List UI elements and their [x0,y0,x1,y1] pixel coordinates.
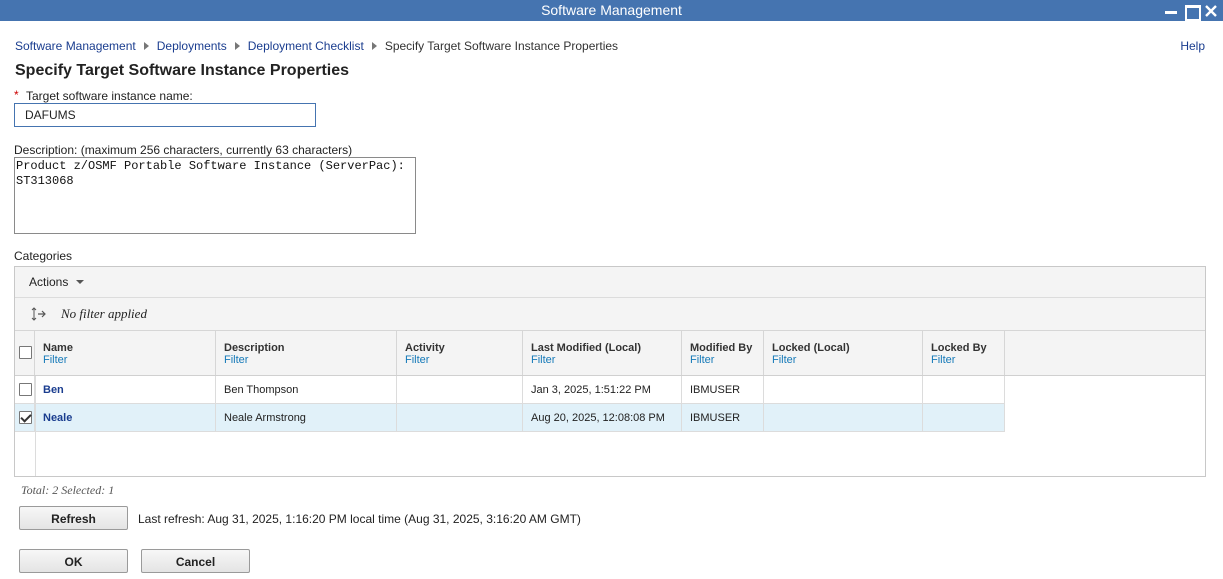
page-title: Specify Target Software Instance Propert… [15,62,350,79]
ok-button[interactable]: OK [19,549,128,573]
filter-status: No filter applied [61,306,147,321]
column-header-locked-by[interactable]: Locked By Filter [923,331,1005,375]
last-refresh-text: Last refresh: Aug 31, 2025, 1:16:20 PM l… [138,512,581,526]
table-row[interactable]: Ben Ben Thompson Jan 3, 2025, 1:51:22 PM… [15,376,1005,404]
filter-link[interactable]: Filter [690,354,714,366]
row-checkbox[interactable] [19,411,32,424]
window-controls [1163,0,1219,21]
row-select-cell [15,376,35,403]
category-name-link[interactable]: Neale [43,412,72,424]
cell-name: Neale [35,404,216,431]
minimize-icon[interactable] [1163,3,1179,19]
cell-name: Ben [35,376,216,403]
cell-locked-by [923,404,1005,431]
cell-description: Neale Armstrong [216,404,397,431]
cell-modified-by: IBMUSER [682,376,764,403]
description-textarea[interactable]: Product z/OSMF Portable Software Instanc… [14,157,416,234]
category-name-link[interactable]: Ben [43,384,64,396]
breadcrumb: Software Management Deployments Deployme… [15,39,618,53]
chevron-right-icon [371,42,377,50]
filter-link[interactable]: Filter [43,354,67,366]
cell-description: Ben Thompson [216,376,397,403]
refresh-button[interactable]: Refresh [19,506,128,530]
divider [35,376,36,476]
row-checkbox[interactable] [19,383,32,396]
breadcrumb-current: Specify Target Software Instance Propert… [384,39,619,53]
table-header: Name Filter Description Filter Activity … [15,331,1205,376]
column-header-modified-by[interactable]: Modified By Filter [682,331,764,375]
window-title: Software Management [541,2,682,18]
categories-label: Categories [14,249,73,263]
column-header-name[interactable]: Name Filter [35,331,216,375]
chevron-right-icon [234,42,240,50]
cell-last-modified: Aug 20, 2025, 12:08:08 PM [523,404,682,431]
required-marker: * [14,88,19,102]
categories-table: Actions No filter applied Name Filter De… [14,266,1206,477]
help-link[interactable]: Help [1180,39,1205,53]
actions-label: Actions [29,275,69,289]
filter-link[interactable]: Filter [772,354,796,366]
maximize-icon[interactable] [1183,3,1201,21]
cell-activity [397,404,523,431]
filter-link[interactable]: Filter [405,354,429,366]
instance-name-label: Target software instance name: [26,89,193,103]
breadcrumb-deployment-checklist[interactable]: Deployment Checklist [248,39,364,53]
cell-modified-by: IBMUSER [682,404,764,431]
cell-locked-by [923,376,1005,403]
filter-link[interactable]: Filter [931,354,955,366]
table-row[interactable]: Neale Neale Armstrong Aug 20, 2025, 12:0… [15,404,1005,432]
filter-icon[interactable] [31,307,47,324]
select-all-cell [15,331,35,375]
filter-link[interactable]: Filter [531,354,555,366]
actions-menu-button[interactable]: Actions [29,275,85,289]
column-header-locked[interactable]: Locked (Local) Filter [764,331,923,375]
chevron-right-icon [143,42,149,50]
cell-locked [764,376,923,403]
breadcrumb-software-management[interactable]: Software Management [15,39,136,53]
description-label: Description: (maximum 256 characters, cu… [14,143,353,157]
row-select-cell [15,404,35,431]
filter-link[interactable]: Filter [224,354,248,366]
actions-bar: Actions [15,267,1205,298]
select-all-checkbox[interactable] [19,346,32,359]
chevron-down-icon [76,280,85,284]
selection-total: Total: 2 Selected: 1 [21,483,115,497]
breadcrumb-deployments[interactable]: Deployments [157,39,227,53]
cell-last-modified: Jan 3, 2025, 1:51:22 PM [523,376,682,403]
column-header-description[interactable]: Description Filter [216,331,397,375]
instance-name-input[interactable] [14,103,316,127]
cancel-button[interactable]: Cancel [141,549,250,573]
close-icon[interactable] [1203,3,1219,19]
cell-activity [397,376,523,403]
column-header-last-modified[interactable]: Last Modified (Local) Filter [523,331,682,375]
window-titlebar: Software Management [0,0,1223,21]
cell-locked [764,404,923,431]
filter-bar: No filter applied [15,298,1205,331]
column-header-activity[interactable]: Activity Filter [397,331,523,375]
